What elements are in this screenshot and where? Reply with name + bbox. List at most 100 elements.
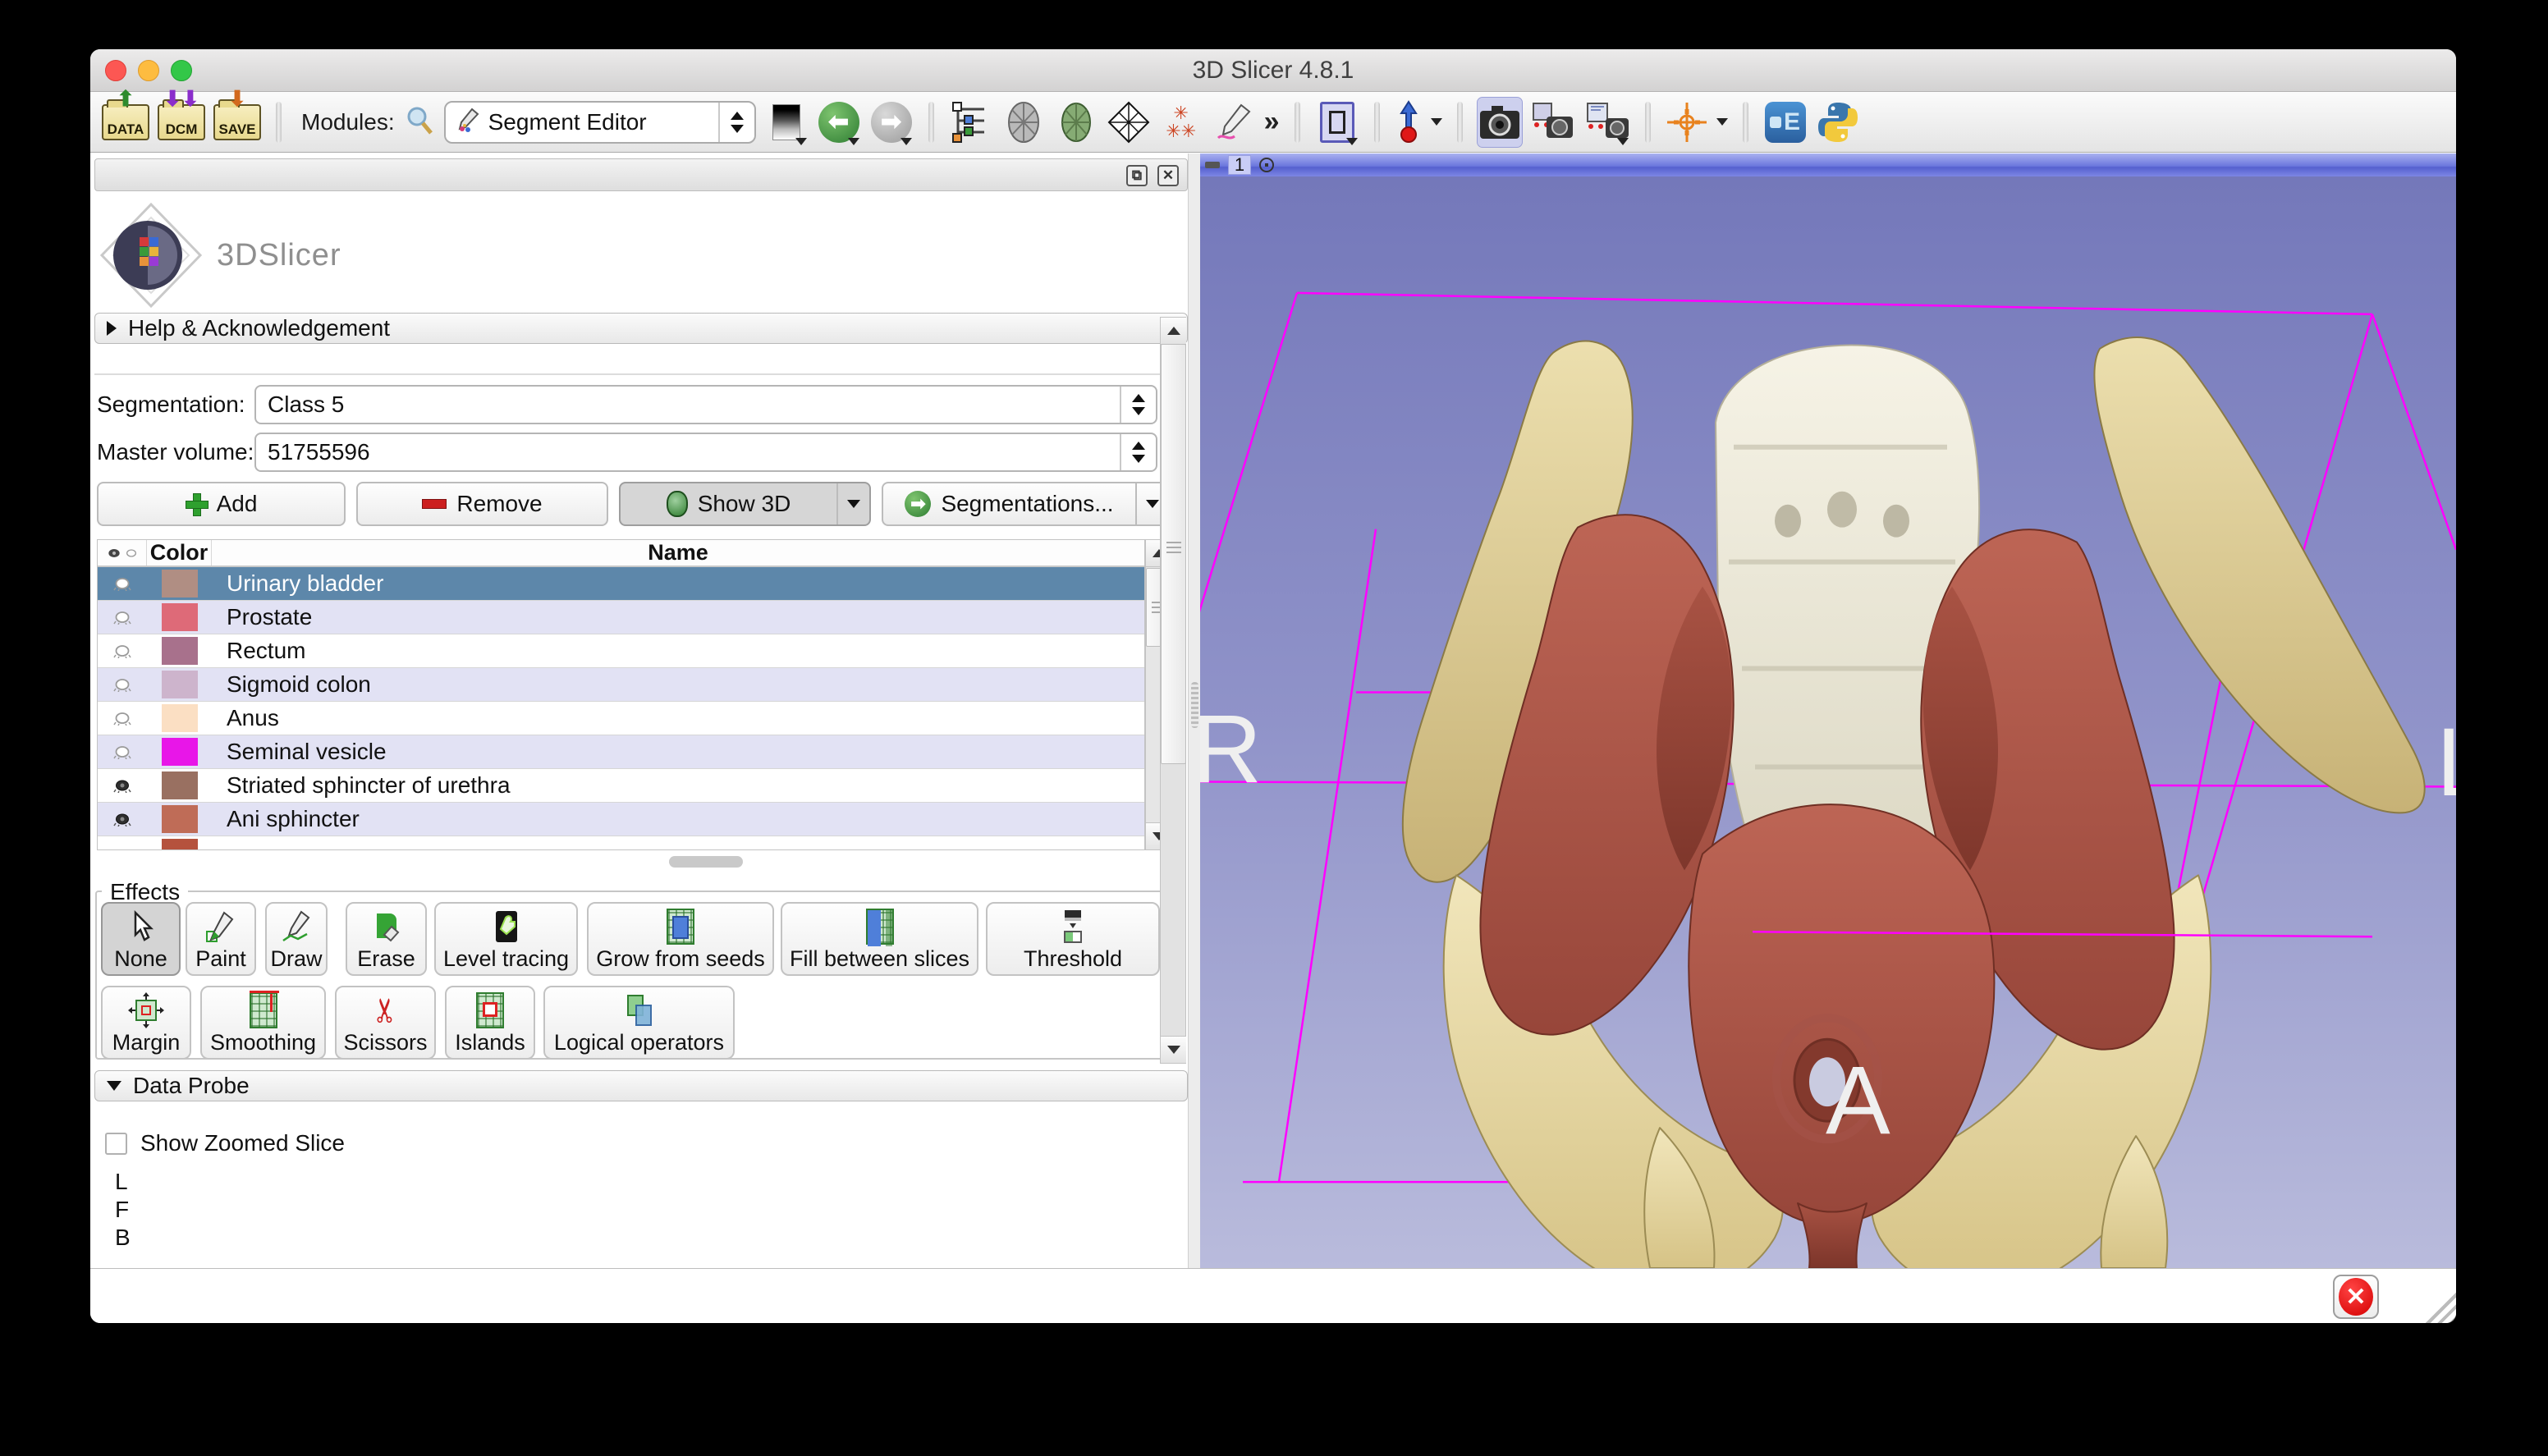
scrollbar-thumb[interactable] xyxy=(1161,344,1186,764)
name-column-header: Name xyxy=(212,540,1144,565)
error-log-button[interactable]: ✕ xyxy=(2333,1275,2379,1319)
show-3d-dropdown[interactable] xyxy=(836,483,869,524)
segment-name-cell[interactable]: Sigmoid colon xyxy=(212,671,1144,698)
show-zoomed-slice-checkbox[interactable] xyxy=(105,1133,127,1155)
save-button[interactable]: ⬇ SAVE xyxy=(213,98,261,147)
resize-grip[interactable] xyxy=(2420,1287,2456,1323)
segment-row[interactable]: Rectum xyxy=(98,634,1144,668)
eye-visible-icon[interactable] xyxy=(98,813,147,826)
module-forward-button[interactable]: ➡ xyxy=(869,98,914,147)
load-data-button[interactable]: ⬆ DATA xyxy=(102,98,149,147)
effect-button-paint[interactable]: Paint xyxy=(186,902,256,976)
help-acknowledgement-section[interactable]: Help & Acknowledgement xyxy=(94,313,1188,344)
segment-row[interactable]: Sigmoid colon xyxy=(98,668,1144,702)
segment-name-cell[interactable]: Anus xyxy=(212,705,1144,731)
undock-panel-icon[interactable]: ⧉ xyxy=(1126,165,1148,186)
view-pin-icon[interactable] xyxy=(1205,162,1220,168)
segment-name-cell[interactable]: Prostate xyxy=(212,604,1144,630)
module-selector-spinner[interactable] xyxy=(718,103,754,142)
eye-hidden-icon[interactable] xyxy=(98,577,147,591)
segment-row-partial[interactable] xyxy=(98,836,1144,850)
expanded-arrow-icon xyxy=(107,1081,121,1091)
view-controls-icon[interactable] xyxy=(1259,158,1274,172)
panel-view-splitter[interactable] xyxy=(1188,153,1200,1268)
segment-name-cell[interactable]: Urinary bladder xyxy=(212,570,1144,597)
eye-hidden-icon[interactable] xyxy=(98,712,147,726)
panel-scrollbar[interactable] xyxy=(1160,317,1186,1064)
effect-button-smoothing[interactable]: Smoothing xyxy=(200,986,326,1060)
effect-button-margin[interactable]: Margin xyxy=(101,986,191,1060)
transforms-button[interactable] xyxy=(1107,98,1151,147)
window-level-button[interactable] xyxy=(764,98,809,147)
add-segment-button[interactable]: Add xyxy=(97,482,346,526)
segment-name-cell[interactable]: Striated sphincter of urethra xyxy=(212,772,1144,799)
scene-view-restore-button[interactable] xyxy=(1584,98,1630,147)
segment-color-cell[interactable] xyxy=(147,738,212,766)
python-console-button[interactable] xyxy=(1816,98,1860,147)
view-number-badge: 1 xyxy=(1228,155,1251,175)
segment-row[interactable]: Anus xyxy=(98,702,1144,735)
effect-button-fill-between-slices[interactable]: Fill between slices xyxy=(781,902,978,976)
eye-visible-icon[interactable] xyxy=(98,779,147,793)
eye-hidden-icon[interactable] xyxy=(98,611,147,625)
segment-name-cell[interactable]: Seminal vesicle xyxy=(212,739,1144,765)
mouse-interaction-button[interactable] xyxy=(1395,98,1442,147)
effect-button-draw[interactable]: Draw xyxy=(265,902,328,976)
eye-hidden-icon[interactable] xyxy=(98,644,147,658)
volume-rendering-button[interactable] xyxy=(1054,98,1098,147)
module-selector-combobox[interactable]: Segment Editor xyxy=(444,101,756,144)
threed-canvas[interactable]: R L A xyxy=(1200,176,2456,1268)
module-history-button[interactable] xyxy=(949,98,993,147)
effect-button-none[interactable]: None xyxy=(101,902,181,976)
toolbar-overflow-button[interactable]: » xyxy=(1264,106,1280,138)
effect-button-scissors[interactable]: ✂Scissors xyxy=(335,986,436,1060)
slicer-logo: 3DSlicer xyxy=(97,199,341,311)
effect-button-logical-operators[interactable]: Logical operators xyxy=(543,986,735,1060)
segment-row[interactable]: Prostate xyxy=(98,601,1144,634)
effect-button-threshold[interactable]: Threshold xyxy=(986,902,1160,976)
segment-row[interactable]: Seminal vesicle xyxy=(98,735,1144,769)
markups-button[interactable]: ✳✳✳ xyxy=(1159,98,1203,147)
segment-color-cell[interactable] xyxy=(147,671,212,698)
segment-color-cell[interactable] xyxy=(147,771,212,799)
eye-hidden-icon[interactable] xyxy=(98,678,147,692)
threed-view-header[interactable]: 1 xyxy=(1200,153,2456,176)
show-3d-button[interactable]: Show 3D xyxy=(619,482,871,526)
effect-button-islands[interactable]: Islands xyxy=(445,986,535,1060)
module-back-button[interactable]: ⬅ xyxy=(817,98,861,147)
segment-name-cell[interactable]: Ani sphincter xyxy=(212,806,1144,832)
scroll-down-arrow[interactable] xyxy=(1161,1036,1186,1063)
effect-button-level-tracing[interactable]: Level tracing xyxy=(434,902,578,976)
effect-button-erase[interactable]: Erase xyxy=(346,902,427,976)
threed-view[interactable]: 1 xyxy=(1200,153,2456,1268)
extensions-manager-button[interactable]: E xyxy=(1763,98,1808,147)
load-dicom-button[interactable]: ⬇⬇ DCM xyxy=(158,98,205,147)
segment-color-cell[interactable] xyxy=(147,805,212,833)
search-icon[interactable] xyxy=(403,103,436,140)
annotations-button[interactable] xyxy=(1212,98,1256,147)
segment-color-cell[interactable] xyxy=(147,704,212,732)
segment-color-cell[interactable] xyxy=(147,570,212,598)
segment-row[interactable]: Ani sphincter xyxy=(98,803,1144,836)
screenshot-button[interactable] xyxy=(1478,98,1522,147)
segment-row[interactable]: Urinary bladder xyxy=(98,567,1144,601)
muscle-tail xyxy=(1798,1203,1867,1268)
segment-color-cell[interactable] xyxy=(147,603,212,631)
close-panel-icon[interactable]: ✕ xyxy=(1157,165,1179,186)
segmentations-button[interactable]: ➡ Segmentations... xyxy=(882,482,1170,526)
segmentation-combobox[interactable]: Class 5 xyxy=(254,385,1157,424)
layout-selector-button[interactable] xyxy=(1315,98,1359,147)
eye-hidden-icon[interactable] xyxy=(98,745,147,759)
data-module-button[interactable] xyxy=(1001,98,1046,147)
segment-name-cell[interactable]: Rectum xyxy=(212,638,1144,664)
segment-row[interactable]: Striated sphincter of urethra xyxy=(98,769,1144,803)
scene-view-button[interactable] xyxy=(1530,98,1576,147)
remove-segment-button[interactable]: Remove xyxy=(356,482,608,526)
horizontal-scroll-handle[interactable] xyxy=(669,856,743,868)
effect-button-grow-from-seeds[interactable]: Grow from seeds xyxy=(587,902,774,976)
segment-color-cell[interactable] xyxy=(147,637,212,665)
master-volume-combobox[interactable]: 51755596 xyxy=(254,433,1157,472)
data-probe-section[interactable]: Data Probe xyxy=(94,1070,1188,1101)
crosshair-button[interactable] xyxy=(1666,98,1728,147)
scroll-up-arrow[interactable] xyxy=(1161,318,1186,345)
